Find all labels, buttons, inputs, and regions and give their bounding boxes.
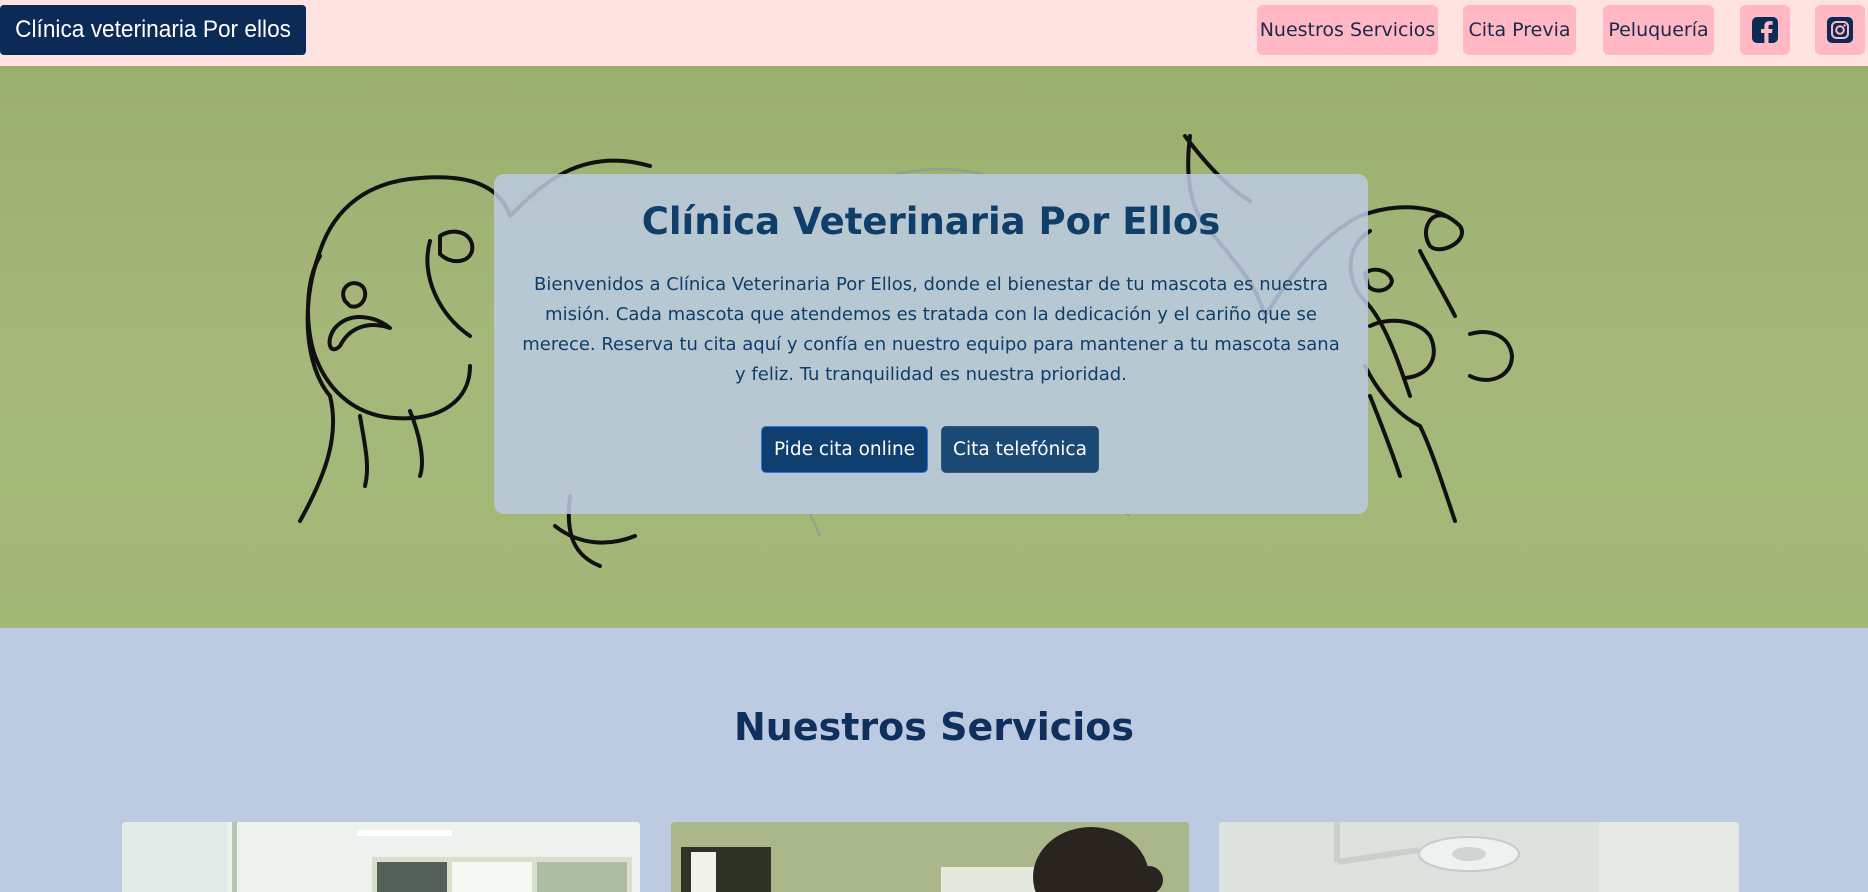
book-online-button[interactable]: Pide cita online [761, 426, 928, 473]
service-card-image-1[interactable] [122, 822, 640, 892]
hero-card: Clínica Veterinaria Por Ellos Bienvenido… [494, 174, 1368, 514]
services-heading: Nuestros Servicios [733, 705, 1135, 749]
hero-section: Clínica Veterinaria Por Ellos Bienvenido… [0, 66, 1868, 628]
nav-item-nuestros-servicios[interactable]: Nuestros Servicios [1257, 5, 1438, 55]
hero-description: Bienvenidos a Clínica Veterinaria Por El… [522, 274, 1340, 385]
brand-link[interactable]: Clínica veterinaria Por ellos [0, 5, 307, 55]
instagram-icon [1827, 17, 1853, 43]
surgery-room-image [1219, 822, 1739, 892]
veterinarian-image [671, 822, 1189, 892]
nav-item-cita-previa[interactable]: Cita Previa [1463, 5, 1576, 55]
facebook-icon [1752, 17, 1778, 43]
service-card-image-2[interactable] [671, 822, 1189, 892]
hero-title: Clínica Veterinaria Por Ellos [641, 200, 1221, 243]
instagram-button[interactable] [1815, 5, 1865, 55]
phone-appointment-button[interactable]: Cita telefónica [941, 426, 1099, 473]
facebook-button[interactable] [1740, 5, 1790, 55]
navbar: Clínica veterinaria Por ellos Nuestros S… [0, 0, 1868, 66]
nav-item-peluqueria[interactable]: Peluquería [1603, 5, 1714, 55]
service-card-image-3[interactable] [1219, 822, 1739, 892]
clinic-room-image [122, 822, 640, 892]
